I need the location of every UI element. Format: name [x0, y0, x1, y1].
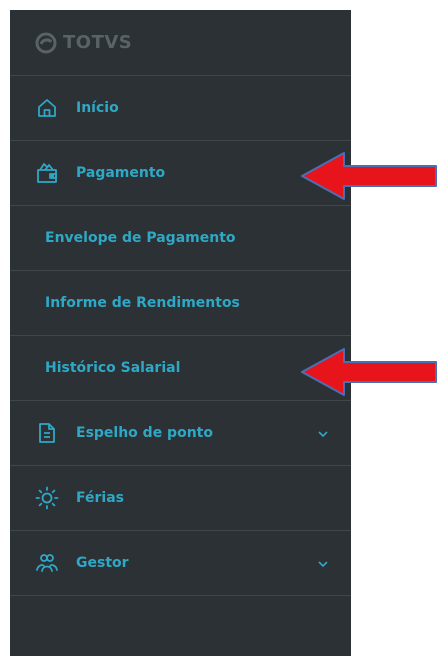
- totvs-logo-icon: [35, 32, 57, 54]
- submenu-item-envelope-de-pagamento[interactable]: Envelope de Pagamento: [10, 206, 351, 271]
- submenu-item-label: Envelope de Pagamento: [45, 230, 236, 246]
- submenu-item-label: Histórico Salarial: [45, 360, 181, 376]
- menu-item-label: Férias: [76, 490, 124, 506]
- sun-icon: [35, 486, 59, 510]
- menu-item-label: Pagamento: [76, 165, 166, 181]
- sidebar: TOTVS Início Pagamento Envelope de Pagam…: [10, 10, 351, 656]
- brand-header: TOTVS: [10, 10, 351, 76]
- home-icon: [35, 96, 59, 120]
- menu-item-label: Gestor: [76, 555, 129, 571]
- menu-item-inicio[interactable]: Início: [10, 76, 351, 141]
- menu-item-gestor[interactable]: Gestor: [10, 531, 351, 596]
- menu-item-ferias[interactable]: Férias: [10, 466, 351, 531]
- document-icon: [35, 421, 59, 445]
- menu-item-label: Espelho de ponto: [76, 425, 213, 441]
- group-icon: [35, 551, 59, 575]
- submenu-item-informe-de-rendimentos[interactable]: Informe de Rendimentos: [10, 271, 351, 336]
- wallet-icon: [35, 161, 59, 185]
- menu-item-label: Início: [76, 100, 119, 116]
- chevron-down-icon[interactable]: [317, 555, 329, 574]
- chevron-down-icon[interactable]: [317, 425, 329, 444]
- submenu-item-label: Informe de Rendimentos: [45, 295, 240, 311]
- red-arrow-icon: [301, 348, 437, 396]
- brand-name: TOTVS: [63, 32, 133, 53]
- menu-item-espelho-de-ponto[interactable]: Espelho de ponto: [10, 401, 351, 466]
- red-arrow-icon: [301, 152, 437, 200]
